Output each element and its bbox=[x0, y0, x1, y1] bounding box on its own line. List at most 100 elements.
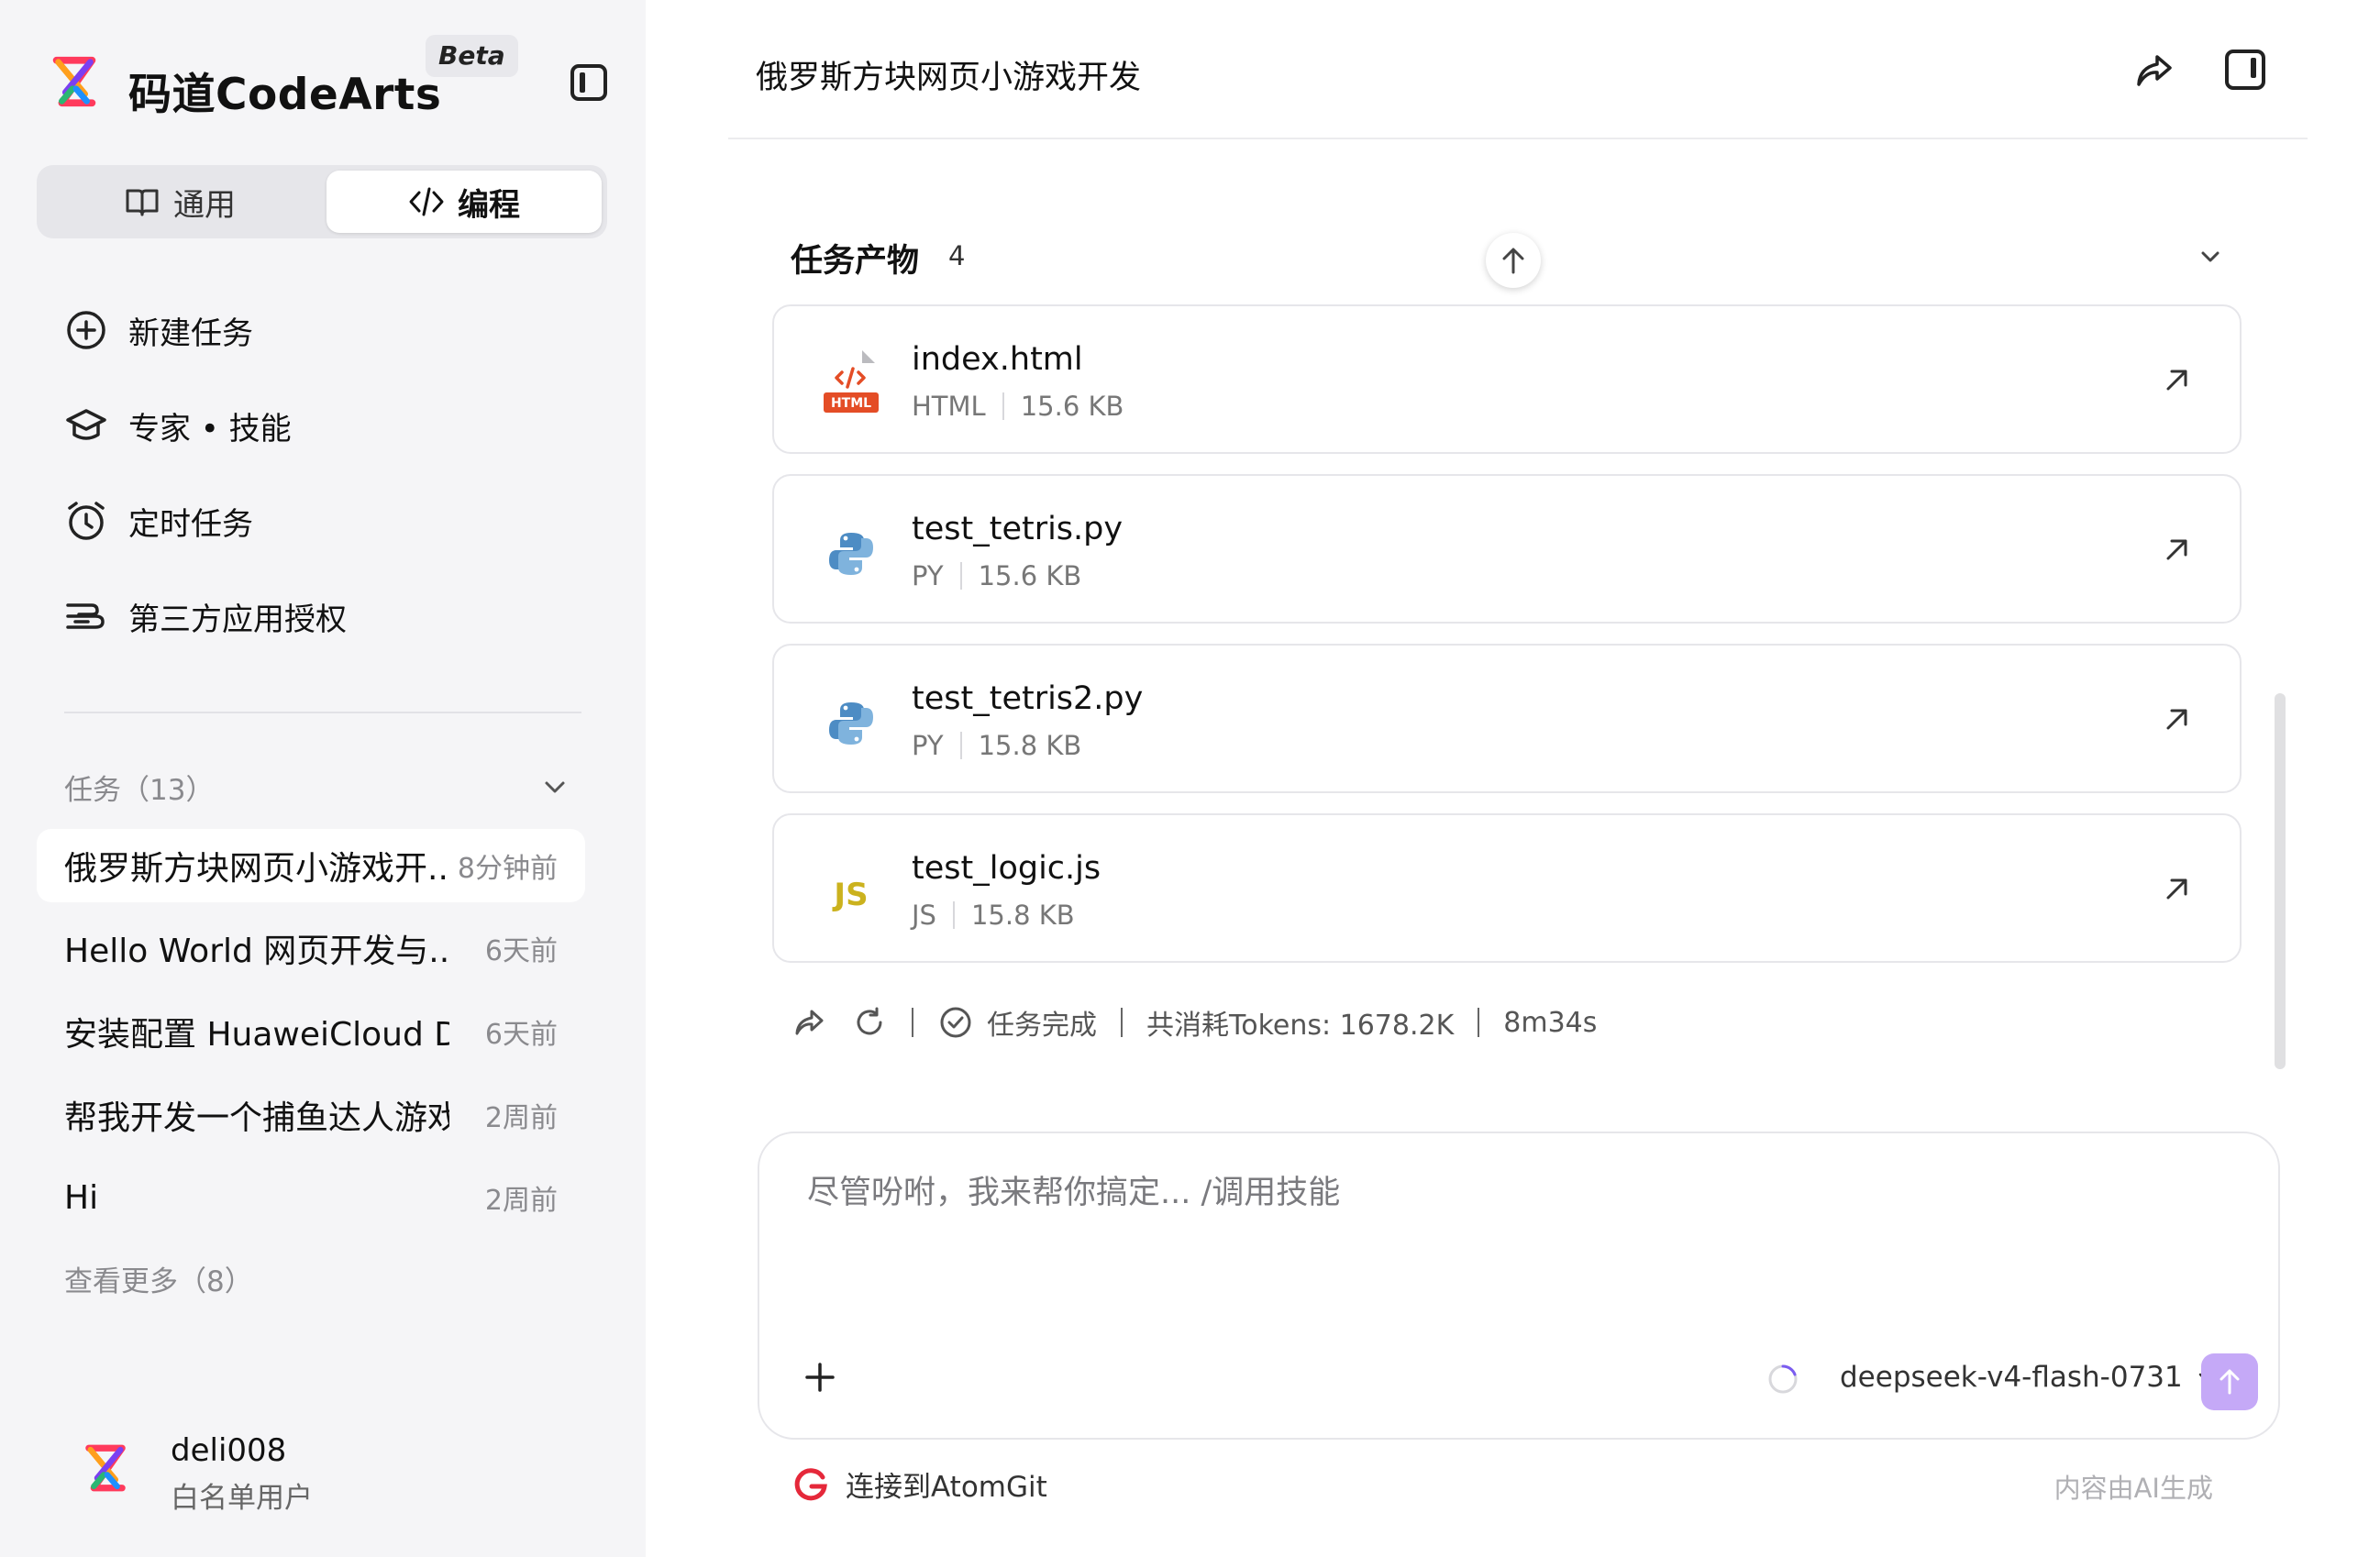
artifact-type: JS bbox=[912, 900, 936, 931]
nav-third-party-auth[interactable]: 第三方应用授权 bbox=[64, 589, 347, 644]
tab-general[interactable]: 通用 bbox=[42, 171, 317, 233]
html-file-icon: HTML bbox=[824, 350, 879, 413]
task-name: Hi bbox=[64, 1178, 99, 1217]
python-file-icon bbox=[829, 702, 873, 745]
artifact-card[interactable]: JS test_logic.js JS 15.8 KB bbox=[772, 813, 2242, 963]
open-external-icon[interactable] bbox=[2161, 533, 2194, 566]
task-name: Hello World 网页开发与... bbox=[64, 933, 449, 970]
codearts-logo-icon bbox=[52, 56, 96, 107]
collapse-sidebar-icon[interactable] bbox=[570, 64, 607, 101]
meta-separator bbox=[1002, 392, 1004, 420]
task-item[interactable]: 安装配置 HuaweiCloud D... 6天前 bbox=[37, 995, 585, 1068]
nav-scheduled-tasks[interactable]: 定时任务 bbox=[64, 493, 253, 548]
nav-third-party-auth-label: 第三方应用授权 bbox=[128, 601, 347, 638]
main-panel: 俄罗斯方块网页小游戏开发 任务产物 4 HTML index.html HTML… bbox=[646, 0, 2380, 1557]
scrollbar[interactable] bbox=[2275, 693, 2286, 1069]
task-status-row: 任务完成 共消耗Tokens: 1678.2K 8m34s bbox=[791, 999, 1597, 1045]
book-icon bbox=[126, 189, 159, 216]
see-more-link[interactable]: 查看更多（8） bbox=[64, 1258, 253, 1299]
artifact-meta: PY 15.8 KB bbox=[912, 730, 1081, 761]
meta-separator bbox=[959, 562, 962, 590]
meta-separator bbox=[959, 732, 962, 759]
artifact-name: test_tetris2.py bbox=[912, 680, 1144, 717]
artifact-meta: JS 15.8 KB bbox=[912, 900, 1075, 931]
task-time: 2周前 bbox=[484, 1102, 558, 1134]
artifact-meta: HTML 15.6 KB bbox=[912, 391, 1124, 422]
nav-new-task-label: 新建任务 bbox=[128, 315, 253, 352]
chat-input[interactable]: 尽管吩咐，我来帮你搞定... /调用技能 deepseek-v4-flash-0… bbox=[758, 1132, 2280, 1440]
chevron-down-icon[interactable] bbox=[2194, 240, 2227, 273]
artifact-card[interactable]: test_tetris.py PY 15.6 KB bbox=[772, 474, 2242, 624]
app-title: 码道CodeArts bbox=[128, 70, 442, 120]
chevron-down-icon[interactable] bbox=[539, 772, 570, 803]
tasks-header[interactable]: 任务（13） bbox=[64, 767, 570, 808]
add-attachment-icon[interactable] bbox=[800, 1357, 840, 1397]
artifact-type: PY bbox=[912, 560, 944, 591]
arrow-up-icon bbox=[2219, 1369, 2240, 1395]
artifact-type: PY bbox=[912, 730, 944, 761]
nav-experts-skills-label: 专家 • 技能 bbox=[128, 410, 292, 447]
user-name: deli008 bbox=[171, 1432, 287, 1469]
artifacts-title: 任务产物 bbox=[791, 243, 920, 280]
sidebar-divider bbox=[64, 712, 581, 713]
mode-switch: 通用 编程 bbox=[37, 165, 607, 238]
meta-separator bbox=[952, 901, 955, 929]
task-time: 6天前 bbox=[484, 935, 558, 967]
chat-input-placeholder: 尽管吩咐，我来帮你搞定... /调用技能 bbox=[807, 1175, 1341, 1211]
share-icon[interactable] bbox=[791, 1004, 827, 1041]
send-button[interactable] bbox=[2201, 1353, 2258, 1410]
nav-experts-skills[interactable]: 专家 • 技能 bbox=[64, 398, 292, 453]
artifacts-count: 4 bbox=[948, 240, 966, 271]
artifact-card[interactable]: HTML index.html HTML 15.6 KB bbox=[772, 304, 2242, 454]
avatar[interactable] bbox=[79, 1441, 132, 1495]
status-separator bbox=[1478, 1008, 1480, 1037]
tab-coding-label: 编程 bbox=[458, 186, 520, 224]
alarm-clock-icon bbox=[68, 502, 105, 540]
artifact-name: test_tetris.py bbox=[912, 511, 1124, 547]
open-external-icon[interactable] bbox=[2161, 702, 2194, 735]
svg-text:JS: JS bbox=[832, 877, 868, 913]
model-name: deepseek-v4-flash-0731 bbox=[1840, 1361, 2183, 1394]
ai-generated-note: 内容由AI生成 bbox=[2053, 1473, 2213, 1504]
check-circle-icon bbox=[940, 1007, 971, 1038]
js-file-icon: JS bbox=[832, 877, 868, 913]
code-icon bbox=[409, 187, 444, 216]
tasks-header-label: 任务（13） bbox=[64, 774, 215, 807]
task-item[interactable]: 帮我开发一个捕鱼达人游戏 2周前 bbox=[37, 1078, 585, 1152]
artifact-size: 15.8 KB bbox=[970, 900, 1075, 931]
graduation-cap-icon bbox=[66, 409, 106, 440]
model-selector[interactable]: deepseek-v4-flash-0731 bbox=[1840, 1361, 2218, 1394]
artifact-meta: PY 15.6 KB bbox=[912, 560, 1081, 591]
artifact-size: 15.6 KB bbox=[1020, 391, 1124, 422]
task-name: 帮我开发一个捕鱼达人游戏 bbox=[64, 1099, 449, 1137]
task-name: 安装配置 HuaweiCloud D... bbox=[64, 1016, 449, 1054]
atomgit-logo-icon bbox=[794, 1467, 827, 1500]
nav-new-task[interactable]: 新建任务 bbox=[64, 303, 253, 358]
task-item[interactable]: 俄罗斯方块网页小游戏开... 8分钟前 bbox=[37, 829, 585, 902]
python-file-icon bbox=[829, 533, 873, 575]
task-time: 2周前 bbox=[484, 1185, 558, 1217]
status-completed: 任务完成 bbox=[987, 1010, 1097, 1042]
task-time: 6天前 bbox=[484, 1019, 558, 1051]
plus-circle-icon bbox=[67, 311, 105, 349]
tab-coding[interactable]: 编程 bbox=[327, 171, 602, 233]
scroll-to-top-button[interactable] bbox=[1486, 233, 1541, 288]
status-separator bbox=[912, 1008, 913, 1037]
share-icon[interactable] bbox=[2131, 48, 2177, 94]
svg-text:HTML: HTML bbox=[831, 396, 871, 411]
connect-atomgit[interactable]: 连接到AtomGit bbox=[792, 1463, 1047, 1505]
artifact-size: 15.6 KB bbox=[978, 560, 1082, 591]
artifact-name: index.html bbox=[912, 341, 1083, 378]
header-divider bbox=[728, 138, 2308, 139]
page-title: 俄罗斯方块网页小游戏开发 bbox=[756, 60, 1142, 96]
artifact-card[interactable]: test_tetris2.py PY 15.8 KB bbox=[772, 644, 2242, 793]
open-external-icon[interactable] bbox=[2161, 872, 2194, 905]
open-external-icon[interactable] bbox=[2161, 363, 2194, 396]
hand-authorize-icon bbox=[66, 603, 105, 629]
toggle-panel-icon[interactable] bbox=[2225, 50, 2265, 90]
refresh-icon[interactable] bbox=[851, 1004, 888, 1041]
task-item[interactable]: Hello World 网页开发与... 6天前 bbox=[37, 911, 585, 985]
task-name: 俄罗斯方块网页小游戏开... bbox=[64, 850, 449, 888]
artifact-name: test_logic.js bbox=[912, 850, 1101, 887]
task-item[interactable]: Hi 2周前 bbox=[37, 1161, 585, 1234]
